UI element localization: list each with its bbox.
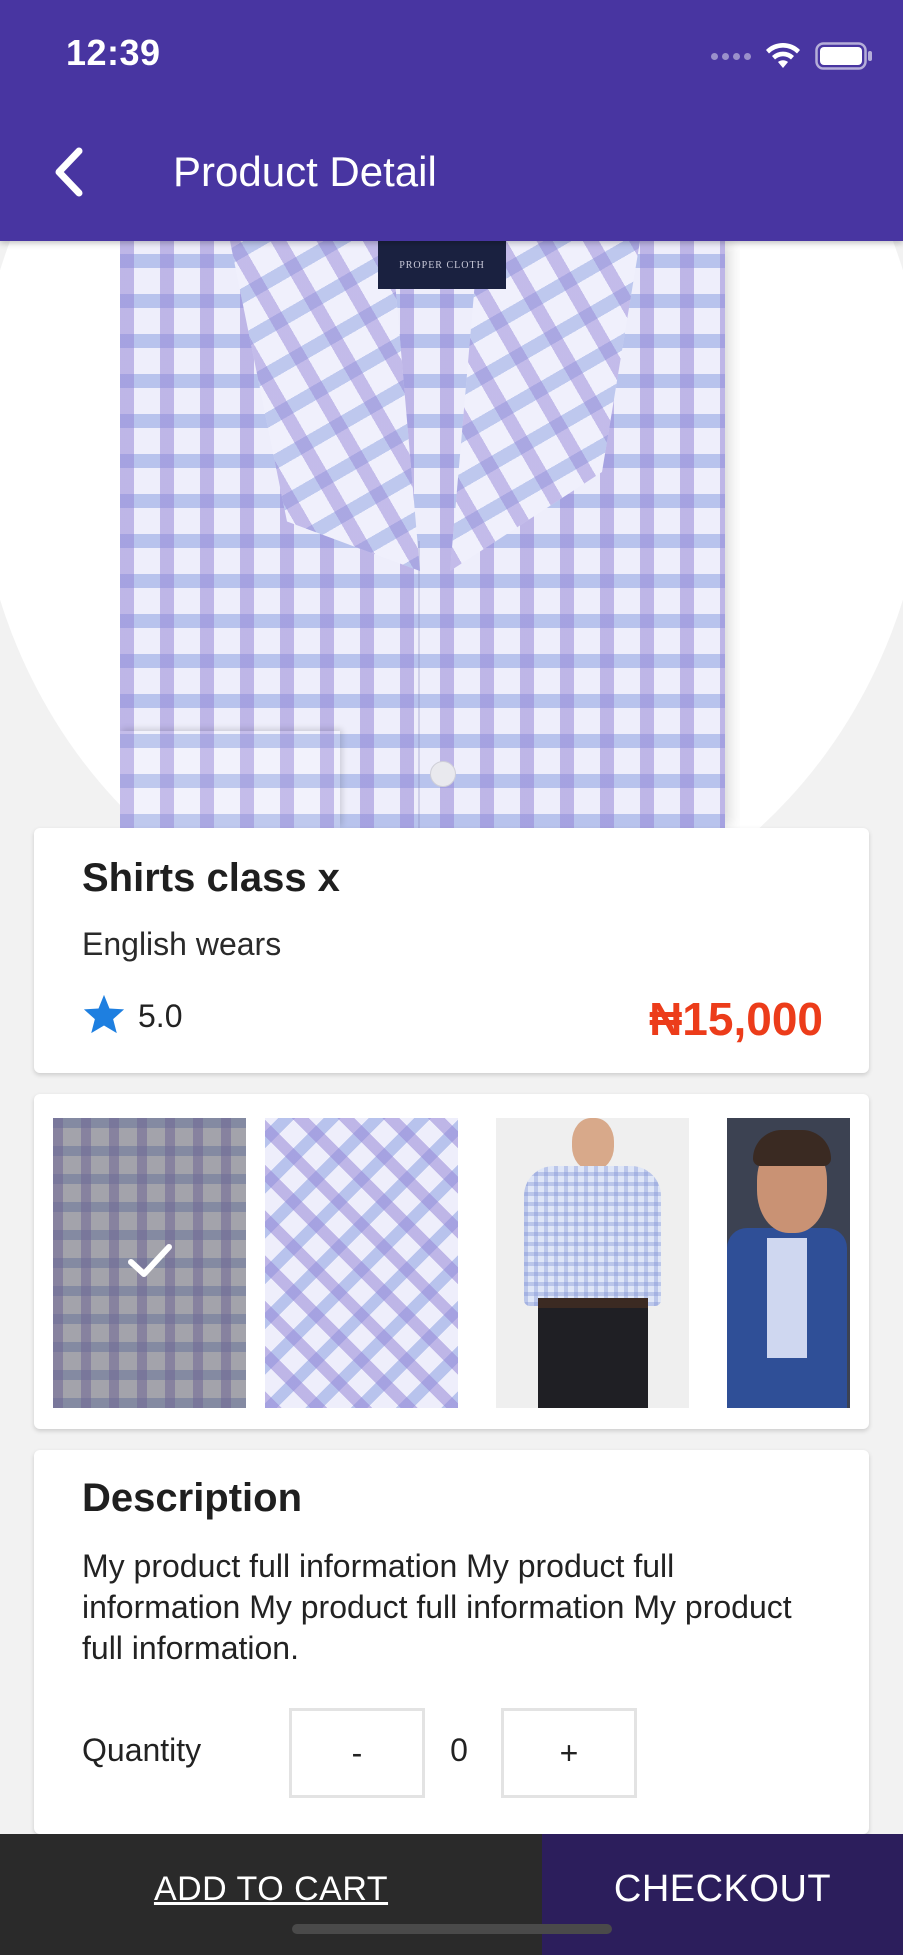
quantity-decrease-button[interactable]: - — [289, 1708, 425, 1798]
shirt-cuff — [120, 731, 340, 828]
product-category: English wears — [82, 926, 282, 962]
product-info-card: Shirts class x English wears 5.0 ₦15,000 — [34, 828, 869, 1073]
page-title: Product Detail — [173, 148, 437, 195]
app-bar: 12:39 Product Detail — [0, 0, 903, 241]
star-icon — [82, 993, 126, 1040]
bottom-action-bar: ADD TO CART CHECKOUT — [0, 1834, 903, 1955]
battery-icon — [815, 42, 873, 70]
description-card: Description My product full information … — [34, 1450, 869, 1834]
checkmark-icon — [126, 1241, 174, 1286]
thumbnail-model-front[interactable] — [496, 1118, 689, 1408]
brand-label: PROPER CLOTH — [378, 241, 506, 289]
thumbnail-model-jacket[interactable] — [727, 1118, 850, 1408]
status-time: 12:39 — [66, 32, 161, 73]
selected-overlay — [53, 1118, 246, 1408]
thumbnail-list[interactable] — [53, 1118, 850, 1408]
image-gallery-card — [34, 1094, 869, 1429]
wifi-icon — [765, 42, 801, 70]
signal-icon — [711, 52, 751, 60]
thumbnail-folded-shirt[interactable] — [53, 1118, 246, 1408]
product-detail-screen: PROPER CLOTH 12:39 Product Detail Shirts… — [0, 0, 903, 1955]
home-indicator — [292, 1924, 612, 1934]
shirt-button — [430, 761, 456, 787]
add-to-cart-button[interactable]: ADD TO CART — [0, 1834, 542, 1955]
checkout-button[interactable]: CHECKOUT — [542, 1834, 903, 1955]
quantity-value: 0 — [450, 1732, 468, 1768]
back-button[interactable] — [40, 140, 96, 208]
rating-value: 5.0 — [138, 998, 183, 1034]
status-icons — [711, 38, 873, 74]
product-rating: 5.0 — [82, 993, 182, 1040]
product-price: ₦15,000 — [649, 993, 823, 1045]
chevron-left-icon — [51, 147, 85, 202]
product-hero-image: PROPER CLOTH — [120, 241, 740, 828]
quantity-increase-button[interactable]: + — [501, 1708, 637, 1798]
product-name: Shirts class x — [82, 856, 340, 900]
quantity-label: Quantity — [82, 1732, 202, 1768]
description-title: Description — [82, 1476, 303, 1520]
thumbnail-collar-closeup[interactable] — [265, 1118, 458, 1408]
description-text: My product full information My product f… — [82, 1548, 792, 1666]
